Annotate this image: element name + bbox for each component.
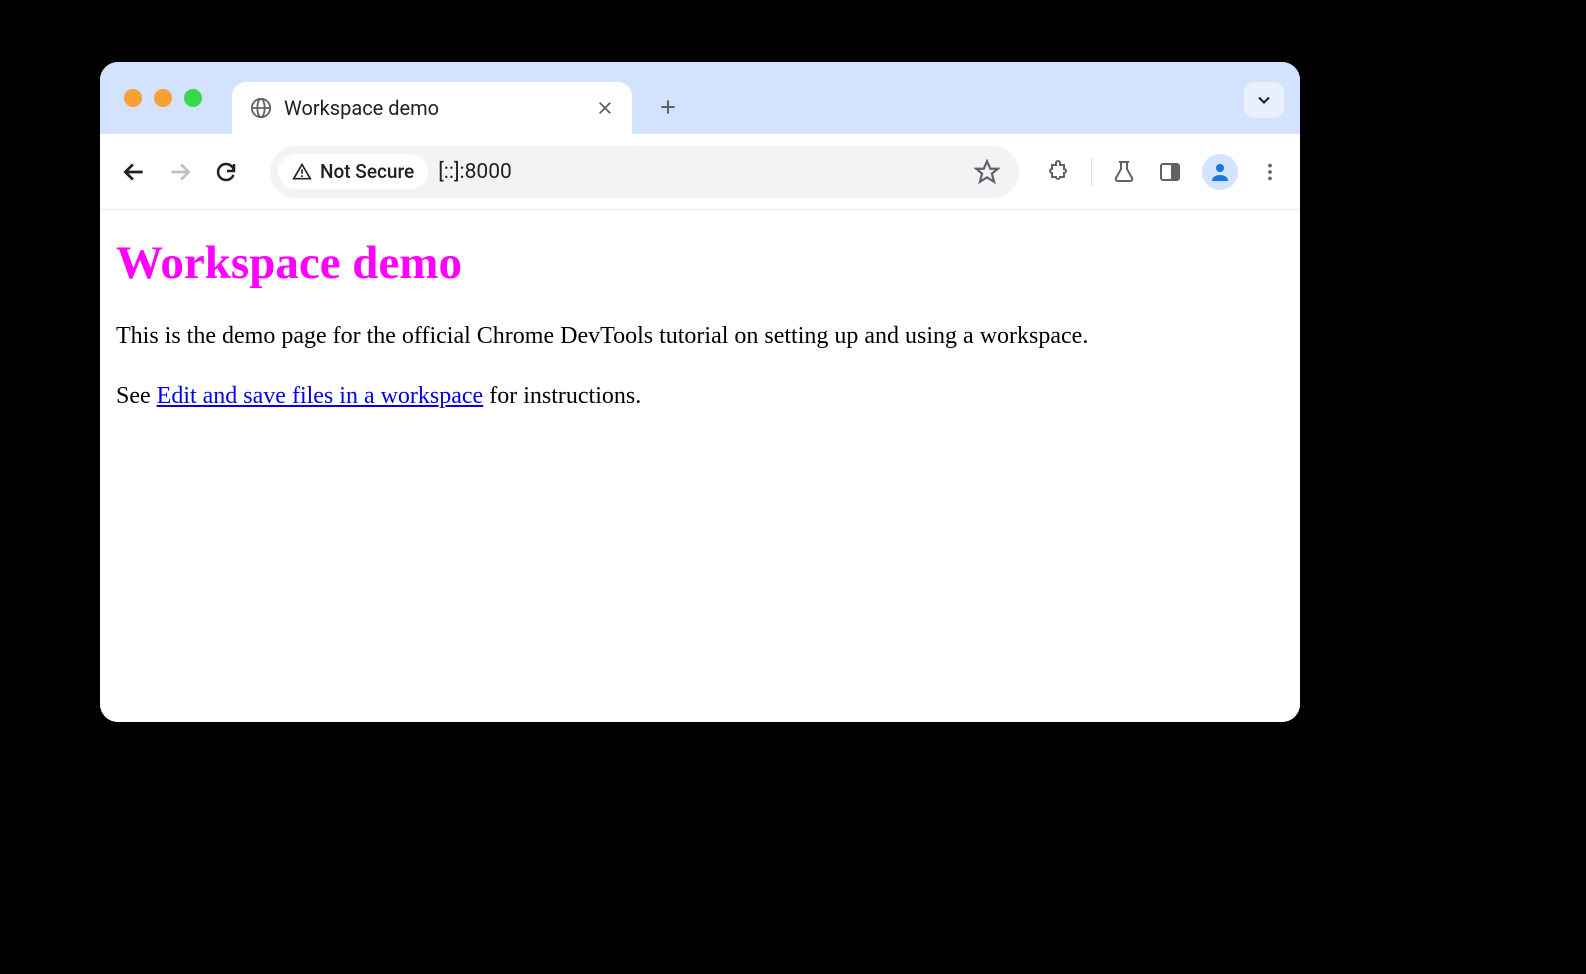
- security-chip[interactable]: Not Secure: [278, 154, 428, 189]
- search-tabs-button[interactable]: [1244, 82, 1284, 118]
- browser-toolbar: Not Secure [::]:8000: [100, 134, 1300, 210]
- window-controls: [124, 89, 202, 107]
- window-maximize-button[interactable]: [184, 89, 202, 107]
- security-label: Not Secure: [320, 160, 414, 183]
- warning-icon: [292, 162, 312, 182]
- toolbar-divider: [1091, 158, 1092, 186]
- browser-tab[interactable]: Workspace demo: [232, 82, 632, 134]
- page-paragraph-1: This is the demo page for the official C…: [116, 320, 1284, 354]
- profile-button[interactable]: [1202, 154, 1238, 190]
- url-text: [::]:8000: [438, 160, 959, 184]
- close-icon[interactable]: [596, 99, 614, 117]
- globe-icon: [250, 97, 272, 119]
- side-panel-button[interactable]: [1156, 158, 1184, 186]
- back-button[interactable]: [116, 154, 152, 190]
- tutorial-link[interactable]: Edit and save files in a workspace: [157, 383, 484, 409]
- page-paragraph-2: See Edit and save files in a workspace f…: [116, 380, 1284, 414]
- labs-button[interactable]: [1110, 158, 1138, 186]
- page-heading: Workspace demo: [116, 236, 1284, 290]
- address-bar[interactable]: Not Secure [::]:8000: [270, 146, 1019, 198]
- page-content: Workspace demo This is the demo page for…: [100, 210, 1300, 722]
- tab-title: Workspace demo: [284, 96, 584, 120]
- new-tab-button[interactable]: [652, 91, 684, 123]
- browser-window: Workspace demo Not Secure: [100, 62, 1300, 722]
- tab-strip: Workspace demo: [100, 62, 1300, 134]
- reload-button[interactable]: [208, 154, 244, 190]
- menu-button[interactable]: [1256, 158, 1284, 186]
- paragraph-prefix: See: [116, 383, 157, 409]
- bookmark-button[interactable]: [969, 154, 1005, 190]
- window-close-button[interactable]: [124, 89, 142, 107]
- window-minimize-button[interactable]: [154, 89, 172, 107]
- extensions-button[interactable]: [1045, 158, 1073, 186]
- forward-button[interactable]: [162, 154, 198, 190]
- toolbar-actions: [1045, 154, 1284, 190]
- paragraph-suffix: for instructions.: [483, 383, 641, 409]
